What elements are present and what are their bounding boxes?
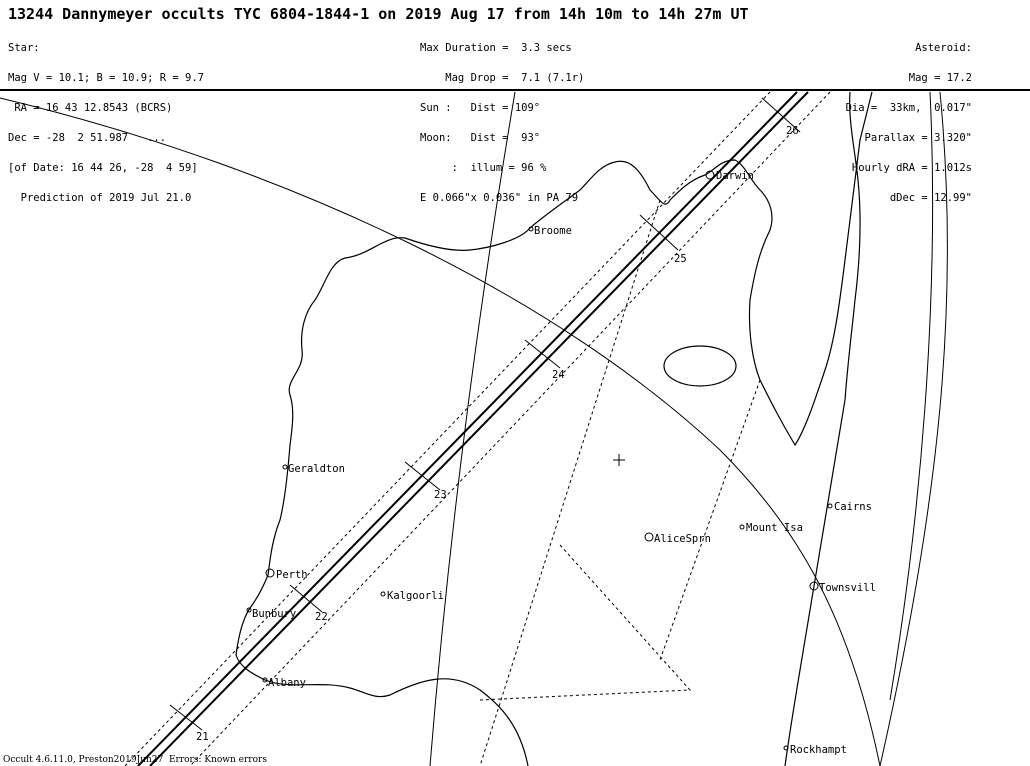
city-label-bunbury: Bunbury <box>252 608 296 620</box>
time-tick-label: 21 <box>196 731 209 743</box>
time-tick-label: 25 <box>674 253 687 265</box>
city-marker-perth <box>265 568 275 578</box>
path-edge-north <box>149 91 809 766</box>
sa-border <box>479 544 692 701</box>
city-marker-geraldton <box>282 464 288 470</box>
city-label-rockhampton: Rockhampt <box>790 744 847 756</box>
lake-ellipse <box>663 345 737 387</box>
city-marker-cairns <box>827 503 833 509</box>
city-label-perth: Perth <box>276 569 308 581</box>
northern-coast <box>529 91 873 447</box>
path-edge-south <box>137 91 798 766</box>
city-label-kalgoorlie: Kalgoorli <box>387 590 444 602</box>
city-markers: Broome Darwin Geraldton AliceSprn Mount … <box>246 170 876 756</box>
city-label-broome: Broome <box>534 225 572 237</box>
earth-limb-inner <box>889 91 934 701</box>
path-limit-north <box>189 91 831 766</box>
city-marker-kalgoorlie <box>380 591 386 597</box>
city-label-albany: Albany <box>268 677 306 689</box>
occultation-map: 26 25 24 23 22 21 Broome Darwin Geraldto… <box>0 89 1030 766</box>
wa-border <box>479 199 661 766</box>
time-tick-label: 22 <box>315 611 328 623</box>
city-label-alice-springs: AliceSprn <box>654 533 711 545</box>
city-label-cairns: Cairns <box>834 501 872 513</box>
path-limit-south <box>124 91 771 766</box>
meridian-curve <box>429 91 516 766</box>
footer-credits: Occult 4.6.11.0, Preston2019Jun27 Errors… <box>3 755 267 765</box>
city-label-mount-isa: Mount Isa <box>746 522 803 534</box>
city-label-townsville: Townsvill <box>819 582 876 594</box>
earth-limb <box>879 91 948 766</box>
city-marker-alice-springs <box>644 532 654 542</box>
city-label-geraldton: Geraldton <box>288 463 345 475</box>
time-tick-label: 24 <box>552 369 565 381</box>
time-tick-label: 23 <box>434 489 447 501</box>
city-label-darwin: Darwin <box>716 170 754 182</box>
city-marker-mount-isa <box>739 524 745 530</box>
time-tick-label: 26 <box>786 125 799 137</box>
time-ticks: 26 25 24 23 22 21 <box>169 97 801 743</box>
center-cross-icon <box>613 454 625 466</box>
latitude-curve <box>0 97 881 766</box>
nt-qld-border <box>659 379 761 661</box>
